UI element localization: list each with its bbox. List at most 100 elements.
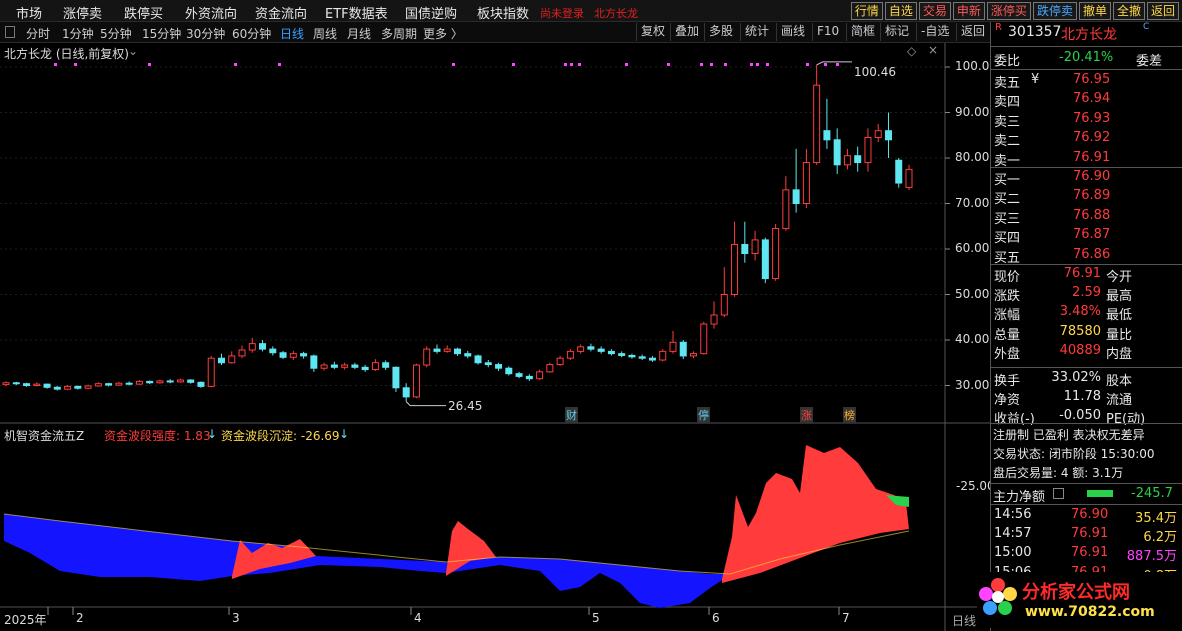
min-price-label: 26.45 xyxy=(448,399,483,413)
candle-body-39 xyxy=(402,387,410,398)
toolbar-button-6[interactable]: 简框 xyxy=(846,23,879,41)
candle-body-44 xyxy=(454,348,461,355)
candle-body-88 xyxy=(905,168,913,189)
tab-period-8[interactable]: 月线 xyxy=(347,25,371,42)
candle-body-55 xyxy=(566,350,574,359)
chevron-down-icon[interactable]: ⌄ xyxy=(128,44,138,58)
buy-row-1[interactable]: 买二 76.89 xyxy=(991,187,1182,207)
login-status[interactable]: 尚未登录 xyxy=(540,5,584,21)
buy-row-3[interactable]: 买四 76.87 xyxy=(991,226,1182,247)
candle-body-57 xyxy=(587,346,595,350)
buy-label-3: 买四 xyxy=(994,231,1021,247)
sell-row-3[interactable]: 卖二 76.92 xyxy=(991,129,1182,150)
menu-item-repo[interactable]: 国债逆购 xyxy=(405,3,457,22)
sell-row-1[interactable]: 卖四 76.94 xyxy=(991,90,1182,111)
candle-body-7 xyxy=(74,385,82,389)
quick-button-4[interactable]: 涨停买 xyxy=(986,2,1031,20)
list-icon[interactable] xyxy=(1053,488,1064,499)
ad-banner[interactable]: 分析家公式网 www.70822.com xyxy=(977,572,1182,628)
toolbar-button-1[interactable]: 叠加 xyxy=(670,23,703,41)
menu-item-limit-down-buy[interactable]: 跌停买 xyxy=(124,3,163,22)
toolbar-button-8[interactable]: -自选 xyxy=(916,23,953,41)
buy-row-0[interactable]: 买一 76.90 xyxy=(991,168,1182,188)
candle-body-53 xyxy=(546,364,554,373)
candle-body-5 xyxy=(53,386,61,390)
sell-label-3: 卖二 xyxy=(994,134,1021,150)
event-tag-3[interactable]: 榜 xyxy=(843,407,856,423)
toolbar-button-5[interactable]: F10 xyxy=(812,23,843,41)
buy-row-2[interactable]: 买三 76.88 xyxy=(991,207,1182,227)
event-tag-1[interactable]: 停 xyxy=(697,407,710,423)
quick-button-0[interactable]: 行情 xyxy=(850,2,883,20)
candle-body-40 xyxy=(412,364,420,398)
toolbar-button-9[interactable]: 返回 xyxy=(956,23,989,41)
quick-button-8[interactable]: 返回 xyxy=(1146,2,1179,20)
event-tag-0[interactable]: 财 xyxy=(565,407,578,423)
close-icon[interactable]: × xyxy=(928,43,938,57)
tab-period-2[interactable]: 5分钟 xyxy=(100,25,132,42)
chart-area: 北方长龙 (日线,前复权) ⌄ ◇ × 100.0 90.00 80.00 70.00… xyxy=(0,43,995,631)
tab-period-3[interactable]: 15分钟 xyxy=(142,25,181,42)
tab-period-1[interactable]: 1分钟 xyxy=(62,25,94,42)
menu-item-limit-up-sell[interactable]: 涨停卖 xyxy=(63,3,102,22)
candle-body-17 xyxy=(176,379,184,383)
candle-body-87 xyxy=(895,159,903,184)
menu-item-market[interactable]: 市场 xyxy=(16,3,42,22)
quick-button-6[interactable]: 撤单 xyxy=(1078,2,1111,20)
candle-body-71 xyxy=(731,243,739,295)
tick-volume-1: 6.2万 xyxy=(1143,530,1177,546)
sell-row-4[interactable]: 卖一 76.91 xyxy=(991,149,1182,169)
signal-dot-3 xyxy=(234,63,237,66)
c-badge: C xyxy=(1143,22,1150,32)
signal-dot-8 xyxy=(570,63,573,66)
toolbar-button-4[interactable]: 画线 xyxy=(776,23,809,41)
sell-label-1: 卖四 xyxy=(994,95,1021,111)
tab-period-10[interactable]: 更多 〉 xyxy=(423,25,463,42)
candle-body-2 xyxy=(23,383,31,386)
quick-button-5[interactable]: 跌停卖 xyxy=(1032,2,1077,20)
toolbar-button-2[interactable]: 多股 xyxy=(704,23,737,41)
tab-period-4[interactable]: 30分钟 xyxy=(186,25,225,42)
candle-body-75 xyxy=(772,228,780,280)
menu-item-sector-index[interactable]: 板块指数 xyxy=(477,3,529,22)
quick-button-7[interactable]: 全撤 xyxy=(1112,2,1145,20)
quote2-row-0: 换手 33.02% 股本 xyxy=(991,369,1182,389)
quick-button-3[interactable]: 申新 xyxy=(952,2,985,20)
period-toolbar: 分时 1分钟 5分钟 15分钟 30分钟 60分钟 日线 周线 月线 多周期 更多 〉 复权 叠加 多股统… xyxy=(0,22,990,43)
quote-value-4: 40889 xyxy=(1059,342,1101,358)
candle-body-80 xyxy=(823,130,831,141)
date-axis-tail: 日线 xyxy=(952,614,977,628)
toolbar-collapse-icon[interactable] xyxy=(5,26,15,38)
candle-body-58 xyxy=(597,348,605,352)
signal-dot-16 xyxy=(756,63,759,66)
tab-period-6[interactable]: 日线 xyxy=(280,25,304,42)
quick-button-2[interactable]: 交易 xyxy=(918,2,951,20)
tick-row-1: 14:57 76.91 6.2万 xyxy=(991,525,1182,546)
menu-item-etf-table[interactable]: ETF数据表 xyxy=(325,3,388,22)
candle-body-8 xyxy=(84,385,92,389)
ad-site-name: 分析家公式网 xyxy=(1022,582,1130,603)
signal-dot-2 xyxy=(148,63,151,66)
tab-period-7[interactable]: 周线 xyxy=(313,25,337,42)
candle-body-42 xyxy=(433,348,441,352)
menu-item-foreign-flow[interactable]: 外资流向 xyxy=(185,3,237,22)
candle-body-82 xyxy=(843,155,851,166)
buy-row-4[interactable]: 买五 76.86 xyxy=(991,246,1182,266)
quick-button-1[interactable]: 自选 xyxy=(884,2,917,20)
tab-period-0[interactable]: 分时 xyxy=(26,25,50,42)
quick-buttons: 行情 自选 交易 申新 涨停买 跌停卖 撤单 全撤 返回 xyxy=(849,2,1179,20)
menu-item-fund-flow[interactable]: 资金流向 xyxy=(255,3,307,22)
candle-body-35 xyxy=(361,366,369,371)
toolbar-button-7[interactable]: 标记 xyxy=(880,23,913,41)
tab-period-5[interactable]: 60分钟 xyxy=(232,25,271,42)
down-arrow-icon-2: ↓ xyxy=(339,427,350,441)
sell-row-0[interactable]: 卖五 76.95 xyxy=(991,71,1182,91)
event-tag-2[interactable]: 涨 xyxy=(800,407,813,423)
candle-body-86 xyxy=(884,130,892,141)
quote2-value-2: -0.050 xyxy=(1059,408,1101,424)
sell-row-2[interactable]: 卖三 76.93 xyxy=(991,110,1182,130)
tab-period-9[interactable]: 多周期 xyxy=(381,25,417,42)
toolbar-button-3[interactable]: 统计 xyxy=(740,23,773,41)
candle-body-72 xyxy=(741,243,749,255)
toolbar-button-0[interactable]: 复权 xyxy=(636,23,669,41)
